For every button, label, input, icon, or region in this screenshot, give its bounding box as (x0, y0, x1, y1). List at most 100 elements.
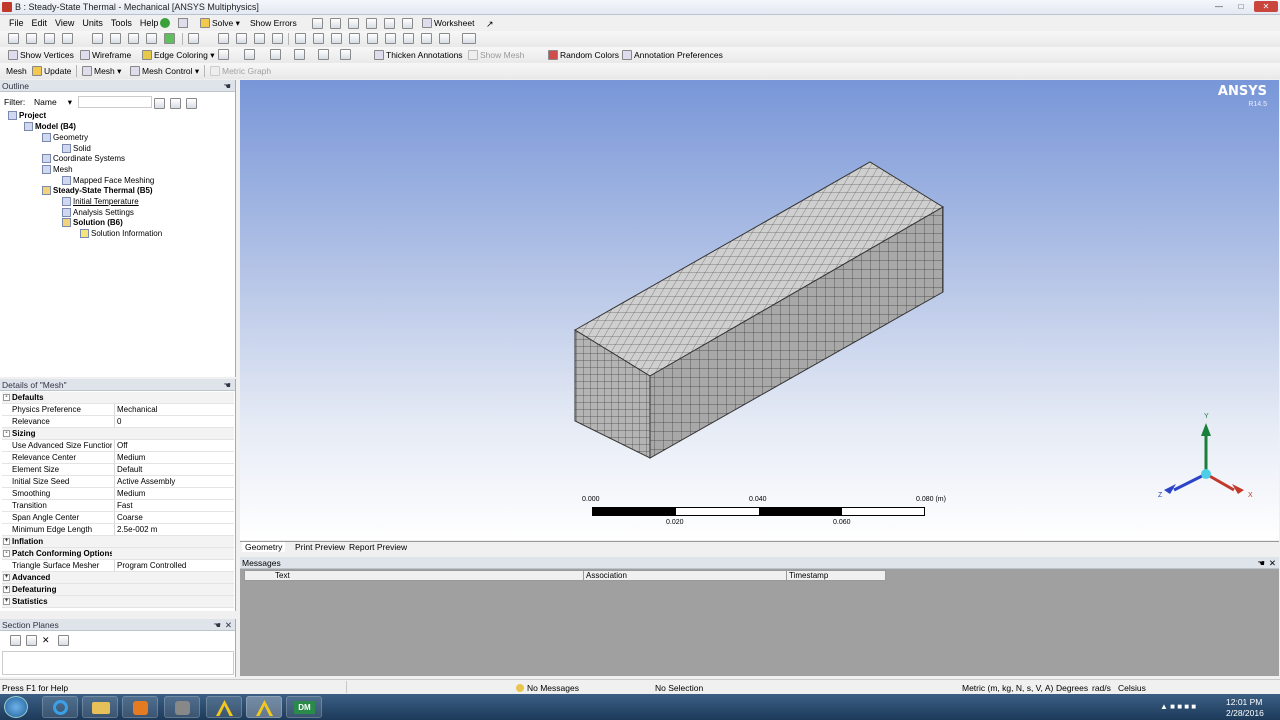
details-group-row[interactable]: - Defaults (2, 392, 234, 404)
column-text[interactable]: Text (244, 570, 585, 581)
measure-icon[interactable] (439, 33, 450, 44)
tree-node-geometry[interactable]: Geometry (42, 133, 88, 143)
expand-toggle-icon[interactable]: + (3, 538, 10, 545)
menu-tools[interactable]: Tools (107, 16, 136, 30)
set-view-icon[interactable] (403, 33, 414, 44)
expand-toggle-icon[interactable]: - (3, 394, 10, 401)
tree-node-model[interactable]: Model (B4) (24, 122, 76, 132)
messages-close-icon[interactable]: ✕ (1269, 557, 1276, 569)
show-mesh-button[interactable]: Show Mesh (468, 49, 524, 61)
tree-connect-icon[interactable] (178, 18, 188, 28)
pan-icon[interactable] (236, 33, 247, 44)
menu-edit[interactable]: Edit (28, 16, 52, 30)
tree-node-initial-temperature[interactable]: Initial Temperature (62, 197, 139, 207)
zoom-icon[interactable] (254, 33, 265, 44)
property-value[interactable]: Medium (114, 488, 234, 499)
tab-geometry[interactable]: Geometry (242, 542, 286, 552)
details-group-row[interactable]: + Statistics (2, 596, 234, 608)
vertex-select-icon[interactable] (92, 33, 103, 44)
property-value[interactable]: 2.5e-002 m (114, 524, 234, 535)
details-property-row[interactable]: Smoothing Medium (2, 488, 234, 500)
column-timestamp[interactable]: Timestamp (786, 570, 886, 581)
help-pointer-icon[interactable]: ↗ (486, 19, 494, 30)
new-section-plane-icon[interactable] (10, 635, 21, 646)
image-icon[interactable] (348, 18, 359, 29)
thicken-annotations-button[interactable]: Thicken Annotations (374, 49, 463, 61)
property-value[interactable]: Default (114, 464, 234, 475)
magnifier-icon[interactable] (331, 33, 342, 44)
status-rads[interactable]: rad/s (1092, 683, 1111, 693)
details-property-row[interactable]: Physics Preference Mechanical (2, 404, 234, 416)
extend-select-icon[interactable] (188, 33, 199, 44)
property-value[interactable]: Mechanical (114, 404, 234, 415)
edge-thickness-icon[interactable] (244, 49, 255, 60)
edit-section-plane-icon[interactable] (26, 635, 37, 646)
select-icon[interactable] (8, 33, 19, 44)
details-property-row[interactable]: Transition Fast (2, 500, 234, 512)
filter-select[interactable]: Name ▾ (32, 96, 74, 108)
rotate-icon[interactable] (218, 33, 229, 44)
show-errors-button[interactable]: Show Errors (250, 17, 297, 29)
taskbar-ansys-workbench-icon[interactable] (206, 696, 242, 718)
menu-file[interactable]: File (5, 16, 28, 30)
details-group-row[interactable]: - Patch Conforming Options (2, 548, 234, 560)
menu-units[interactable]: Units (78, 16, 107, 30)
property-value[interactable]: Off (114, 440, 234, 451)
tab-print-preview[interactable]: Print Preview (292, 542, 348, 552)
show-vertices-button[interactable]: Show Vertices (8, 49, 74, 61)
worksheet-button[interactable]: Worksheet (422, 17, 474, 29)
body-select-icon[interactable] (146, 33, 157, 44)
tree-node-mapped-face-meshing[interactable]: Mapped Face Meshing (62, 176, 154, 186)
edge-mesh-icon[interactable] (318, 49, 329, 60)
chart-icon[interactable] (402, 18, 413, 29)
expand-toggle-icon[interactable]: - (3, 430, 10, 437)
details-property-row[interactable]: Element Size Default (2, 464, 234, 476)
pin-icon[interactable]: ☚ (223, 80, 231, 92)
section-pin-icon[interactable]: ☚ (213, 619, 221, 631)
face-select-icon[interactable] (128, 33, 139, 44)
grid-icon[interactable] (312, 18, 323, 29)
section-close-icon[interactable]: ✕ (225, 619, 232, 631)
tree-node-solution-information[interactable]: Solution Information (80, 229, 162, 239)
delete-section-plane-icon[interactable]: ✕ (42, 635, 50, 646)
section-planes-list[interactable] (2, 651, 234, 675)
menu-view[interactable]: View (51, 16, 78, 30)
tree-node-steady-state-thermal[interactable]: Steady-State Thermal (B5) (42, 186, 153, 196)
property-value[interactable]: Fast (114, 500, 234, 511)
property-value[interactable]: Medium (114, 452, 234, 463)
previous-view-icon[interactable] (349, 33, 360, 44)
box-zoom-icon[interactable] (272, 33, 283, 44)
cut-icon[interactable] (340, 49, 351, 60)
filter-icon[interactable] (154, 98, 165, 109)
details-pin-icon[interactable]: ☚ (223, 379, 231, 391)
edge-style-icon[interactable] (218, 49, 229, 60)
property-value[interactable]: Program Controlled (114, 560, 234, 571)
column-association[interactable]: Association (583, 570, 787, 581)
taskbar-explorer-icon[interactable] (82, 696, 118, 718)
filter-input[interactable] (78, 96, 152, 108)
zoom-to-fit-icon[interactable] (313, 33, 324, 44)
taskbar-media-icon[interactable] (122, 696, 158, 718)
details-property-row[interactable]: Use Advanced Size Function Off (2, 440, 234, 452)
expand-toggle-icon[interactable]: + (3, 598, 10, 605)
status-degrees[interactable]: Degrees (1056, 683, 1088, 693)
update-button[interactable]: Update (32, 65, 71, 77)
edge-select-icon[interactable] (110, 33, 121, 44)
collapse-all-icon[interactable] (186, 98, 197, 109)
isometric-view-icon[interactable] (385, 33, 396, 44)
annotation-icon[interactable] (384, 18, 395, 29)
tree-node-project[interactable]: Project (8, 111, 46, 121)
expand-toggle-icon[interactable]: - (3, 550, 10, 557)
tree-node-solution[interactable]: Solution (B6) (62, 218, 123, 228)
box-select-icon[interactable] (62, 33, 73, 44)
viewport-layout-icon[interactable] (462, 33, 476, 44)
tree-node-analysis-settings[interactable]: Analysis Settings (62, 208, 134, 218)
graphics-viewport[interactable]: ANSYS R14.5 0.000 0.040 0.080 (m) 0.020 … (240, 80, 1279, 540)
status-messages[interactable]: No Messages (516, 683, 579, 693)
random-colors-button[interactable]: Random Colors (548, 49, 619, 61)
expand-all-icon[interactable] (170, 98, 181, 109)
maximize-button[interactable]: □ (1232, 1, 1250, 12)
taskbar-ie-icon[interactable] (42, 696, 78, 718)
section-view-icon[interactable] (58, 635, 69, 646)
tray-icons[interactable]: ▲ ■ ■ ■ ■ (1160, 702, 1196, 711)
